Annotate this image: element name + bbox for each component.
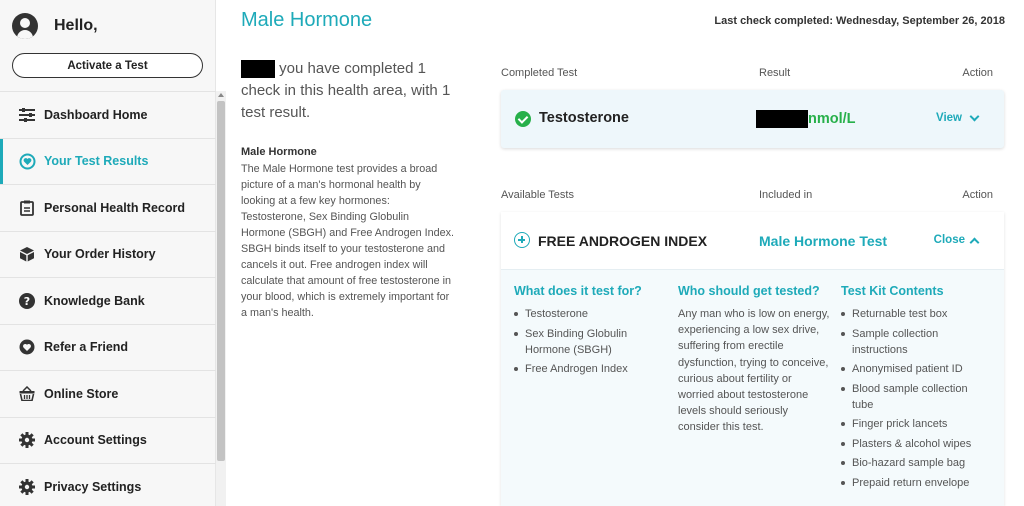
check-circle-icon: [515, 111, 531, 127]
list-item: Testosterone: [514, 306, 664, 322]
heart-icon: [18, 152, 36, 170]
scroll-up-arrow-icon[interactable]: [218, 93, 224, 97]
description-title: Male Hormone: [241, 146, 317, 158]
sidebar-item-knowledge-bank[interactable]: ? Knowledge Bank: [0, 277, 216, 324]
basket-icon: [18, 385, 36, 403]
gear-icon: [18, 478, 36, 496]
available-test-row: FREE ANDROGEN INDEX Male Hormone Test Cl…: [501, 212, 1004, 270]
list-item: Sex Binding Globulin Hormone (SBGH): [514, 326, 664, 358]
list-item: Plasters & alcohol wipes: [841, 436, 991, 452]
redacted-name: [241, 60, 275, 79]
what-it-tests-title: What does it test for?: [514, 284, 642, 298]
available-tests-header: Available Tests: [501, 189, 574, 201]
greeting: Hello,: [12, 12, 98, 40]
sidebar-item-label: Your Test Results: [44, 154, 149, 169]
sidebar-item-label: Online Store: [44, 386, 119, 401]
list-item: Returnable test box: [841, 306, 991, 322]
sidebar-scrollbar[interactable]: [216, 91, 226, 506]
list-item: Anonymised patient ID: [841, 361, 991, 377]
sidebar-item-personal-health-record[interactable]: Personal Health Record: [0, 184, 216, 231]
kit-contents-title: Test Kit Contents: [841, 284, 944, 298]
intro-text: you have completed 1 check in this healt…: [241, 58, 461, 124]
redacted-result-value: [756, 110, 808, 128]
sidebar-item-label: Your Order History: [44, 247, 156, 262]
sidebar-item-your-test-results[interactable]: Your Test Results: [0, 137, 216, 185]
list-item: Free Androgen Index: [514, 361, 664, 377]
completed-test-header: Completed Test: [501, 67, 578, 79]
result-header: Result: [759, 67, 791, 79]
list-item: Sample collection instructions: [841, 326, 991, 358]
completed-test-card: Testosterone nmol/L View: [501, 90, 1004, 148]
svg-text:?: ?: [24, 295, 30, 308]
heart-outline-icon: [18, 338, 36, 356]
who-should-test-text: Any man who is low on energy, experienci…: [678, 308, 830, 434]
list-item: Blood sample collection tube: [841, 381, 991, 413]
chevron-down-icon: [969, 111, 980, 121]
description-text: The Male Hormone test provides a broad p…: [241, 163, 455, 319]
sidebar: Hello, Activate a Test Dashboard Home Yo…: [0, 0, 216, 506]
sidebar-nav: Dashboard Home Your Test Results Persona…: [0, 91, 216, 506]
sidebar-item-privacy-settings[interactable]: Privacy Settings: [0, 463, 216, 506]
completed-test-name: Testosterone: [539, 110, 629, 126]
page-title: Male Hormone: [241, 9, 373, 31]
clipboard-icon: [18, 199, 36, 217]
sidebar-item-label: Personal Health Record: [44, 200, 186, 215]
sliders-icon: [18, 106, 36, 124]
sidebar-item-your-order-history[interactable]: Your Order History: [0, 230, 216, 278]
test-result: nmol/L: [756, 110, 856, 128]
activate-test-button[interactable]: Activate a Test: [12, 53, 203, 78]
avatar-icon[interactable]: [12, 13, 38, 39]
available-test-panel: FREE ANDROGEN INDEX Male Hormone Test Cl…: [501, 212, 1004, 506]
list-item: Bio-hazard sample bag: [841, 455, 991, 471]
sidebar-item-online-store[interactable]: Online Store: [0, 370, 216, 417]
sidebar-item-label: Knowledge Bank: [44, 293, 145, 308]
sidebar-item-label: Privacy Settings: [44, 479, 142, 494]
action-header: Action: [962, 189, 993, 201]
what-it-tests-column: What does it test for? Testosterone Sex …: [514, 284, 664, 381]
view-label: View: [936, 112, 962, 124]
close-label: Close: [933, 234, 965, 246]
sidebar-item-dashboard-home[interactable]: Dashboard Home: [0, 91, 216, 138]
included-in-link[interactable]: Male Hormone Test: [759, 233, 887, 249]
sidebar-item-account-settings[interactable]: Account Settings: [0, 416, 216, 464]
gear-icon: [18, 431, 36, 449]
who-should-test-column: Who should get tested? Any man who is lo…: [678, 284, 830, 436]
included-in-header: Included in: [759, 189, 813, 201]
last-check-date: Last check completed: Wednesday, Septemb…: [714, 15, 1005, 27]
box-icon: [18, 245, 36, 263]
list-item: Finger prick lancets: [841, 416, 991, 432]
kit-contents-column: Test Kit Contents Returnable test box Sa…: [841, 284, 991, 494]
who-should-test-title: Who should get tested?: [678, 284, 820, 298]
question-icon: ?: [18, 292, 36, 310]
view-button[interactable]: View: [936, 111, 980, 124]
list-item: Prepaid return envelope: [841, 475, 991, 491]
result-unit: nmol/L: [808, 111, 856, 127]
action-header: Action: [962, 67, 993, 79]
chevron-up-icon: [969, 237, 980, 247]
sidebar-item-label: Account Settings: [44, 433, 147, 448]
scrollbar-thumb[interactable]: [217, 101, 225, 461]
sidebar-item-label: Dashboard Home: [44, 107, 148, 122]
plus-circle-icon[interactable]: [514, 232, 530, 248]
sidebar-item-label: Refer a Friend: [44, 340, 129, 355]
greeting-text: Hello,: [54, 17, 98, 34]
available-test-name: FREE ANDROGEN INDEX: [538, 233, 708, 249]
sidebar-item-refer-a-friend[interactable]: Refer a Friend: [0, 323, 216, 371]
close-button[interactable]: Close: [933, 234, 980, 247]
